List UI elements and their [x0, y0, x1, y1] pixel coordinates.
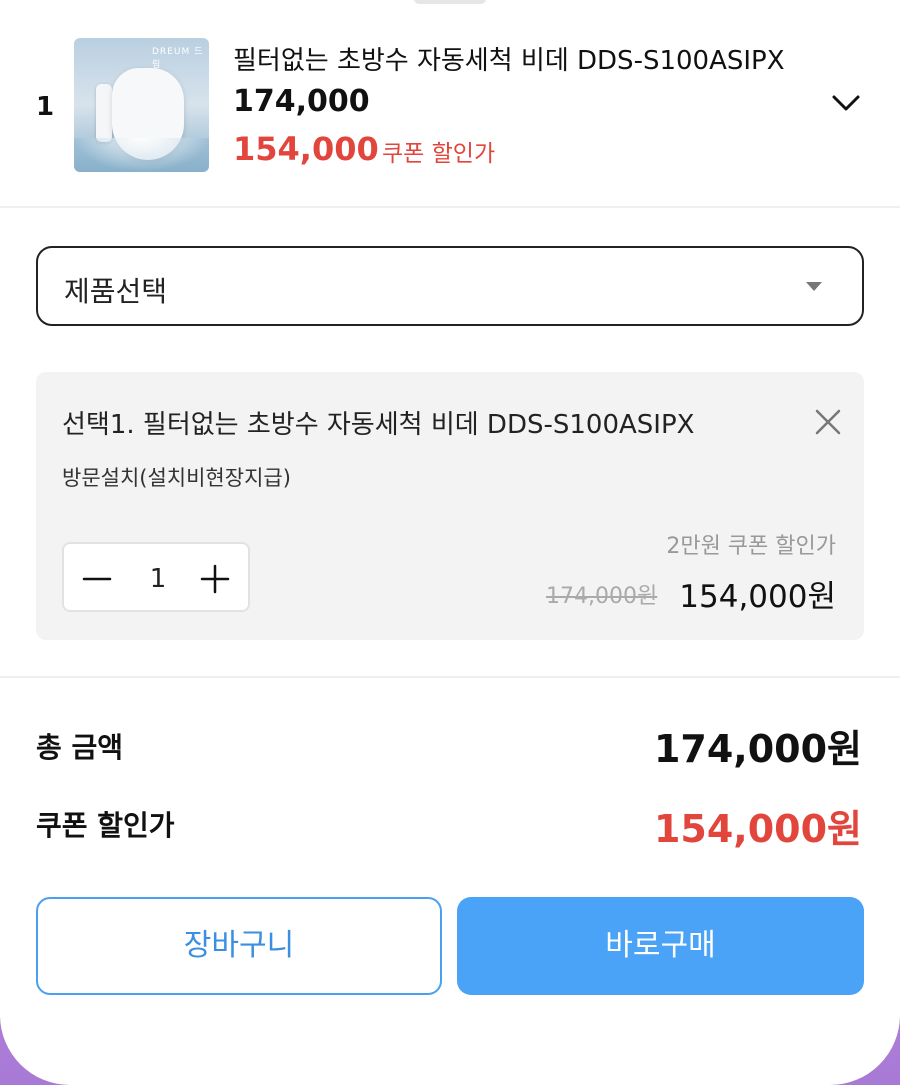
close-icon[interactable]: [814, 408, 842, 436]
product-name: 필터없는 초방수 자동세척 비데 DDS-S100ASIPX: [233, 46, 785, 76]
caret-down-icon: [806, 282, 822, 291]
coupon-note: 2만원 쿠폰 할인가: [666, 534, 836, 559]
option-title: 선택1. 필터없는 초방수 자동세척 비데 DDS-S100ASIPX: [62, 410, 695, 440]
purchase-sheet: 1 DREUM 드림 필터없는 초방수 자동세척 비데 DDS-S100ASIP…: [0, 0, 900, 1085]
product-select-dropdown[interactable]: 제품선택: [36, 246, 864, 326]
quantity-stepper: 1: [62, 542, 250, 612]
buy-now-button[interactable]: 바로구매: [457, 897, 864, 995]
product-sale-label: 쿠폰 할인가: [382, 141, 496, 167]
product-sale-price: 154,000: [233, 130, 379, 168]
product-index: 1: [36, 92, 55, 122]
thumbnail-brand: DREUM 드림: [152, 47, 204, 70]
product-select-label: 제품선택: [64, 275, 168, 308]
water-splash: [74, 138, 209, 172]
divider: [0, 676, 900, 678]
product-row[interactable]: 1 DREUM 드림 필터없는 초방수 자동세척 비데 DDS-S100ASIP…: [0, 0, 900, 208]
product-price: 174,000: [233, 84, 370, 119]
bidet-control-panel: [96, 84, 112, 142]
total-amount-label: 총 금액: [36, 731, 124, 764]
add-to-cart-button[interactable]: 장바구니: [36, 897, 442, 995]
final-price: 154,000원: [679, 579, 836, 615]
total-amount-value: 174,000원: [653, 727, 862, 771]
chevron-down-icon[interactable]: [830, 92, 862, 114]
product-thumbnail: DREUM 드림: [74, 38, 209, 172]
option-subtitle: 방문설치(설치비현장지급): [62, 466, 291, 490]
plus-icon[interactable]: [200, 564, 230, 594]
coupon-price-value: 154,000원: [653, 807, 862, 851]
original-price: 174,000원: [546, 584, 658, 609]
coupon-price-label: 쿠폰 할인가: [36, 809, 175, 842]
selected-option-card: 선택1. 필터없는 초방수 자동세척 비데 DDS-S100ASIPX 방문설치…: [36, 372, 864, 640]
